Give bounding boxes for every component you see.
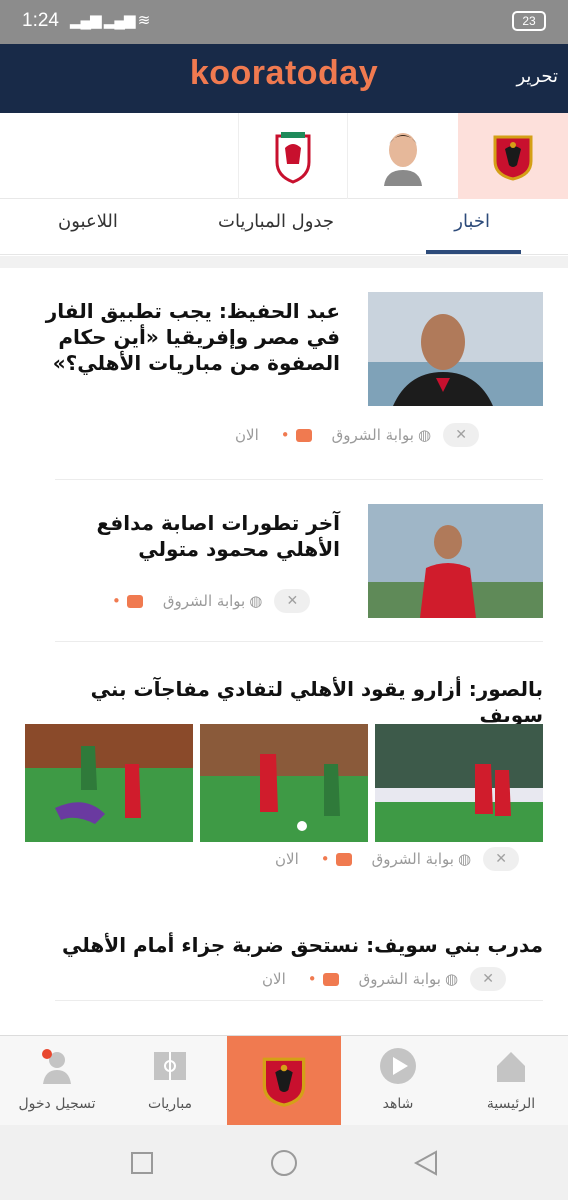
news-time: الان xyxy=(275,850,299,868)
nav-home[interactable]: الرئيسية xyxy=(454,1036,568,1126)
news-card[interactable]: آخر تطورات اصابة مدافع الأهلي محمود متول… xyxy=(0,480,568,642)
nav-login[interactable]: تسجيل دخول xyxy=(0,1036,114,1126)
login-icon xyxy=(42,1049,71,1084)
play-icon xyxy=(380,1048,416,1084)
comment-icon xyxy=(322,972,339,986)
news-time: الان xyxy=(235,426,259,444)
news-meta: الان • بوابة الشروق ◍ ✕ xyxy=(262,966,507,992)
tab-active-indicator xyxy=(426,250,521,254)
bottom-navigation: الرئيسية شاهد مباريات تسجيل دخول xyxy=(0,1035,568,1126)
news-card-gallery[interactable]: بالصور: أزارو يقود الأهلي لتفادي مفاجآت … xyxy=(0,642,568,892)
comment-icon xyxy=(335,852,352,866)
comment-icon xyxy=(295,428,312,442)
signal-icon: ▂▄▆ ▂▄▆ ≋ xyxy=(70,12,150,29)
dot-icon: • xyxy=(320,850,330,868)
news-thumbnail[interactable] xyxy=(368,504,543,618)
news-meta: الان • بوابة الشروق ◍ ✕ xyxy=(275,846,520,872)
section-separator xyxy=(0,256,568,268)
dot-icon: • xyxy=(307,970,317,988)
matches-icon xyxy=(154,1052,186,1080)
globe-icon: ◍ xyxy=(417,426,432,444)
news-meta: • بوابة الشروق ◍ ✕ xyxy=(112,588,311,614)
nav-watch-label: شاهد xyxy=(382,1096,414,1112)
home-icon xyxy=(497,1052,525,1082)
spacer xyxy=(0,892,568,902)
tab-bar: اخبار جدول المباريات اللاعبون xyxy=(0,199,568,255)
news-source: بوابة الشروق xyxy=(162,592,246,610)
divider xyxy=(55,1000,543,1001)
comment-icon xyxy=(126,594,143,608)
dismiss-button[interactable]: ✕ xyxy=(274,589,311,613)
tab-schedule[interactable]: جدول المباريات xyxy=(218,211,334,232)
news-card[interactable]: مدرب بني سويف: نستحق ضربة جزاء أمام الأه… xyxy=(0,902,568,1032)
nav-matches-label: مباريات xyxy=(147,1096,193,1112)
home-system-icon[interactable] xyxy=(269,1148,299,1178)
gallery-image[interactable] xyxy=(200,724,368,842)
nav-home-label: الرئيسية xyxy=(486,1096,536,1112)
status-bar: 1:24 ▂▄▆ ▂▄▆ ≋ 23 xyxy=(0,0,568,44)
status-time: 1:24 xyxy=(22,10,59,31)
news-title[interactable]: مدرب بني سويف: نستحق ضربة جزاء أمام الأه… xyxy=(30,932,543,958)
news-thumbnail[interactable] xyxy=(368,292,543,406)
news-title[interactable]: عبد الحفيظ: يجب تطبيق الفار في مصر وإفري… xyxy=(40,298,340,376)
news-source: بوابة الشروق xyxy=(371,850,454,868)
dot-icon: • xyxy=(112,592,121,610)
news-title[interactable]: آخر تطورات اصابة مدافع الأهلي محمود متول… xyxy=(40,510,340,562)
battery-icon: 23 xyxy=(512,11,546,31)
dismiss-button[interactable]: ✕ xyxy=(483,847,520,871)
favorite-liverpool[interactable] xyxy=(238,113,348,199)
app-logo: kooratoday xyxy=(189,54,379,92)
favorite-al-ahly[interactable] xyxy=(458,113,568,199)
globe-icon: ◍ xyxy=(444,970,459,988)
club-logo-icon xyxy=(262,1057,306,1107)
system-navigation-bar xyxy=(0,1125,568,1200)
news-source: بوابة الشروق xyxy=(358,970,441,988)
news-time: الان xyxy=(262,970,286,988)
nav-club[interactable] xyxy=(227,1036,341,1126)
nav-login-label: تسجيل دخول xyxy=(18,1096,96,1112)
gallery-image[interactable] xyxy=(25,724,193,842)
dismiss-button[interactable]: ✕ xyxy=(470,967,507,991)
news-card[interactable]: عبد الحفيظ: يجب تطبيق الفار في مصر وإفري… xyxy=(0,268,568,480)
edit-button[interactable]: تحرير xyxy=(516,66,558,87)
app-header: kooratoday تحرير xyxy=(0,44,568,113)
news-meta: الان • بوابة الشروق ◍ ✕ xyxy=(235,422,480,448)
tab-news[interactable]: اخبار xyxy=(454,211,490,232)
news-source: بوابة الشروق xyxy=(331,426,414,444)
liverpool-logo-icon xyxy=(275,132,311,184)
favorite-player[interactable] xyxy=(348,113,458,199)
recent-apps-icon[interactable] xyxy=(130,1151,154,1175)
nav-matches[interactable]: مباريات xyxy=(113,1036,227,1126)
favorites-row xyxy=(0,113,568,199)
player-avatar-icon xyxy=(384,133,422,186)
dot-icon: • xyxy=(280,426,290,444)
nav-watch[interactable]: شاهد xyxy=(341,1036,455,1126)
dismiss-button[interactable]: ✕ xyxy=(443,423,480,447)
back-icon[interactable] xyxy=(412,1149,440,1177)
globe-icon: ◍ xyxy=(457,850,472,868)
globe-icon: ◍ xyxy=(249,592,263,610)
al-ahly-logo-icon xyxy=(493,135,533,181)
news-title[interactable]: بالصور: أزارو يقود الأهلي لتفادي مفاجآت … xyxy=(30,676,543,728)
tab-players[interactable]: اللاعبون xyxy=(58,211,118,232)
gallery-image[interactable] xyxy=(375,724,543,842)
